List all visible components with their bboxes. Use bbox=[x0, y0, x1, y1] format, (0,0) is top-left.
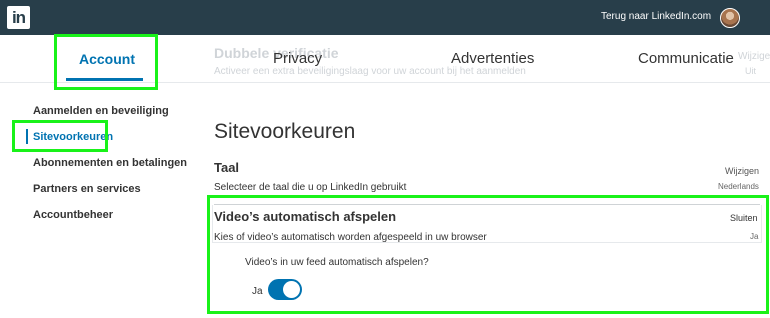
tab-privacy[interactable]: Privacy bbox=[273, 50, 322, 67]
ghost-setting-description: Activeer een extra beveiligingslaag voor… bbox=[214, 66, 526, 77]
back-to-linkedin-link[interactable]: Terug naar LinkedIn.com bbox=[601, 11, 711, 22]
ghost-setting-value: Uit bbox=[745, 66, 756, 76]
page-title: Sitevoorkeuren bbox=[214, 120, 356, 143]
linkedin-logo-icon[interactable]: in bbox=[7, 6, 30, 29]
language-setting-description: Selecteer de taal die u op LinkedIn gebr… bbox=[214, 182, 407, 193]
sidebar-item-accountbeheer[interactable]: Accountbeheer bbox=[33, 209, 113, 221]
language-change-link[interactable]: Wijzigen bbox=[725, 166, 759, 176]
sidebar-item-abonnementen[interactable]: Abonnementen en betalingen bbox=[33, 157, 187, 169]
tab-advertenties[interactable]: Advertenties bbox=[451, 50, 534, 67]
ghost-setting-action: Wijzigen bbox=[738, 51, 770, 62]
highlight-box-account-tab bbox=[54, 34, 158, 90]
highlight-box-sitevoorkeuren bbox=[12, 120, 108, 152]
language-current-value: Nederlands bbox=[718, 182, 759, 191]
language-setting-title: Taal bbox=[214, 160, 240, 175]
sidebar-item-partners[interactable]: Partners en services bbox=[33, 183, 141, 195]
sidebar-item-aanmelden[interactable]: Aanmelden en beveiliging bbox=[33, 105, 169, 117]
avatar[interactable] bbox=[720, 8, 740, 28]
highlight-box-video-setting bbox=[207, 195, 769, 314]
tab-communicatie[interactable]: Communicatie bbox=[638, 50, 734, 67]
top-navigation-bar: in Terug naar LinkedIn.com bbox=[0, 0, 770, 35]
